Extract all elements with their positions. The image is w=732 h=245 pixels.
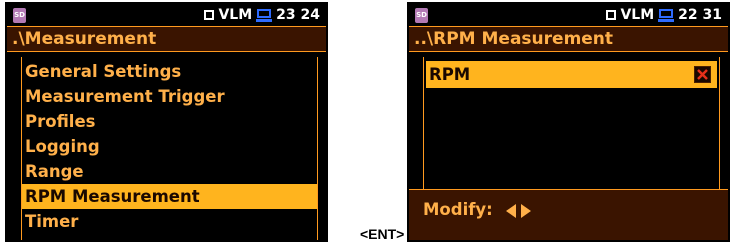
menu-item-range[interactable]: Range <box>22 159 317 184</box>
menu-title: .\Measurement <box>7 26 326 52</box>
menu-item-rpm-measurement[interactable]: RPM Measurement <box>22 184 317 209</box>
status-bar: SD VLM 23 24 <box>7 4 326 26</box>
checkbox-icon <box>204 10 215 20</box>
clock-time: 22 31 <box>678 7 722 23</box>
menu-item-measurement-trigger[interactable]: Measurement Trigger <box>22 84 317 109</box>
rpm-option-row[interactable]: RPM <box>426 61 717 88</box>
rpm-option-label: RPM <box>429 65 471 84</box>
menu-item-logging[interactable]: Logging <box>22 134 317 159</box>
clock-time: 23 24 <box>276 7 320 23</box>
status-right: VLM 23 24 <box>204 6 320 24</box>
modify-bar: Modify: <box>409 189 728 240</box>
menu-list: General Settings Measurement Trigger Pro… <box>21 57 318 240</box>
menu-item-general-settings[interactable]: General Settings <box>22 59 317 84</box>
right-screen: SD VLM 22 31 ..\RPM Measurement RPM Modi… <box>407 2 730 242</box>
menu-item-profiles[interactable]: Profiles <box>22 109 317 134</box>
arrow-right-icon[interactable] <box>521 204 531 218</box>
mode-label: VLM <box>218 7 253 23</box>
unchecked-x-icon[interactable] <box>694 66 711 83</box>
left-screen: SD VLM 23 24 .\Measurement General Setti… <box>5 2 328 242</box>
status-right: VLM 22 31 <box>606 6 722 24</box>
menu-title: ..\RPM Measurement <box>409 26 728 52</box>
sd-card-icon: SD <box>415 8 428 23</box>
pc-connection-icon <box>256 8 273 22</box>
modify-label: Modify: <box>423 200 493 219</box>
arrow-left-icon[interactable] <box>506 204 516 218</box>
rpm-settings-list: RPM <box>423 57 720 197</box>
status-bar: SD VLM 22 31 <box>409 4 728 26</box>
menu-item-timer[interactable]: Timer <box>22 209 317 234</box>
sd-card-icon: SD <box>13 8 26 23</box>
enter-key-hint: <ENT> <box>360 226 405 242</box>
mode-label: VLM <box>620 7 655 23</box>
pc-connection-icon <box>658 8 675 22</box>
checkbox-icon <box>606 10 617 20</box>
